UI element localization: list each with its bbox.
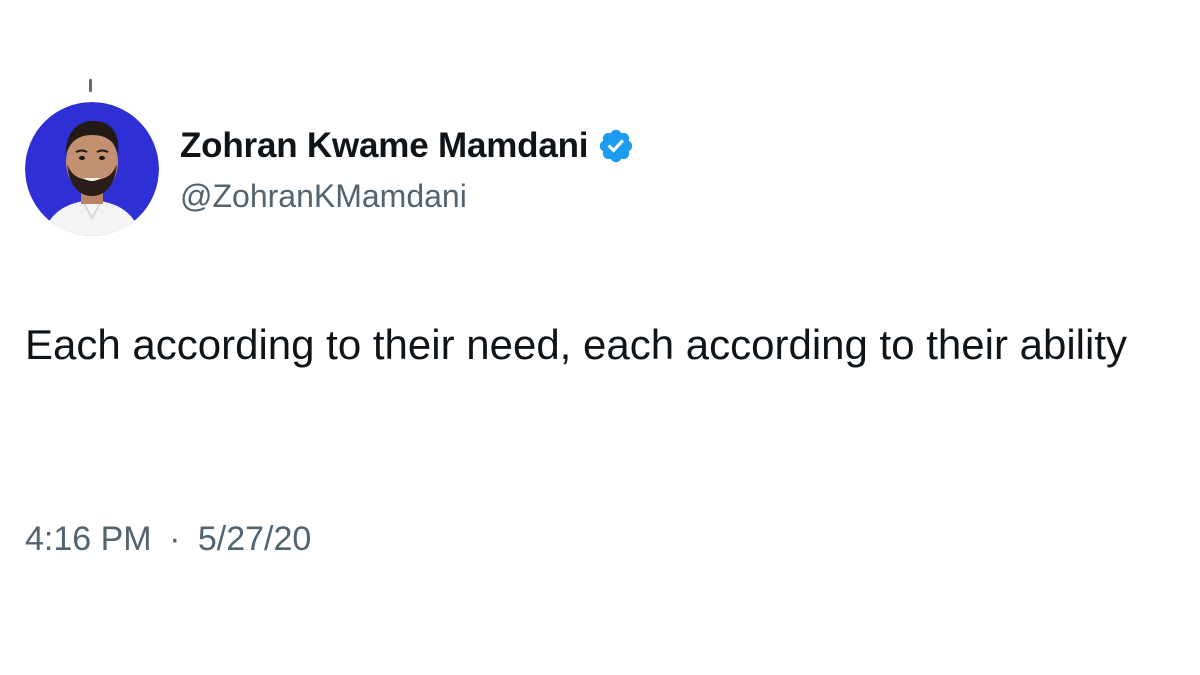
tweet-date: 5/27/20	[197, 520, 312, 558]
tweet-text: Each according to their need, each accor…	[25, 321, 1127, 368]
avatar-photo	[25, 102, 159, 236]
author-display-name[interactable]: Zohran Kwame Mamdani	[180, 126, 588, 166]
author-name-row: Zohran Kwame Mamdani	[180, 124, 635, 168]
author-avatar[interactable]	[25, 102, 159, 236]
timestamp-separator: ·	[169, 520, 181, 558]
verified-badge-icon[interactable]	[597, 127, 635, 165]
tweet-time: 4:16 PM	[25, 520, 152, 558]
tweet-timestamp[interactable]: 4:16 PM · 5/27/20	[25, 520, 311, 559]
author-handle[interactable]: @ZohranKMamdani	[180, 178, 467, 215]
thread-connector-line	[89, 79, 92, 92]
